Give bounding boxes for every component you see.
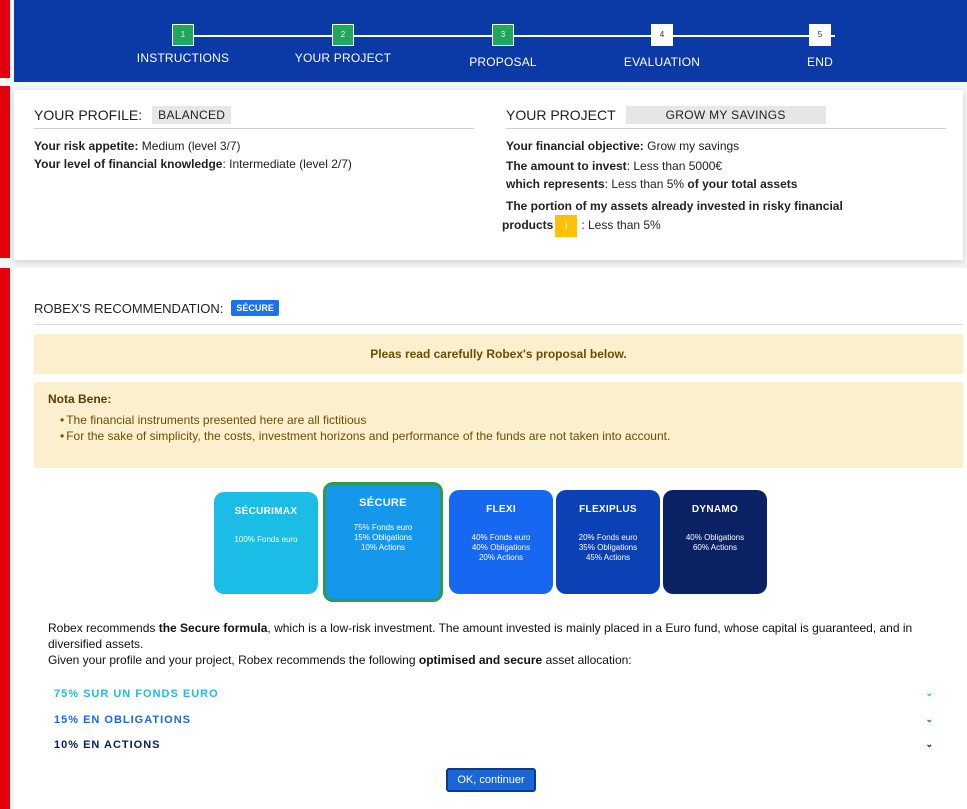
project-heading: YOUR PROJECT xyxy=(506,107,616,123)
recommendation-header: ROBEX'S RECOMMENDATION: SÉCURE xyxy=(34,300,963,325)
recommendation-card: ROBEX'S RECOMMENDATION: SÉCURE Pleas rea… xyxy=(14,268,967,809)
allocation-label: 15% EN OBLIGATIONS xyxy=(54,714,191,726)
fund-name: SÉCURIMAX xyxy=(234,506,298,517)
recommendation-paragraph-2: Given your profile and your project, Rob… xyxy=(48,653,632,667)
knowledge-label: Your level of financial knowledge xyxy=(34,157,223,171)
recommendation-badge: SÉCURE xyxy=(231,300,279,316)
fund-card-secure[interactable]: SÉCURE 75% Fonds euro 15% Obligations 10% … xyxy=(323,482,443,602)
step-number: 3 xyxy=(492,24,514,46)
fund-name: FLEXIPLUS xyxy=(579,504,637,515)
step-end: 5 END xyxy=(750,24,890,69)
fund-card-flexiplus[interactable]: FLEXIPLUS 20% Fonds euro 35% Obligations 4… xyxy=(556,490,660,594)
risk-appetite-line: Your risk appetite: Medium (level 3/7) xyxy=(34,137,474,155)
project-column: YOUR PROJECT GROW MY SAVINGS Your financ… xyxy=(502,106,946,237)
profile-header: YOUR PROFILE: BALANCED xyxy=(34,106,474,129)
info-icon[interactable]: i xyxy=(555,215,578,237)
objective-label: Your financial objective: xyxy=(506,139,644,153)
profile-heading: YOUR PROFILE: xyxy=(34,107,143,123)
nota-bene-box: Nota Bene: The financial instruments pre… xyxy=(34,382,963,468)
knowledge-value: : Intermediate (level 2/7) xyxy=(222,157,352,171)
fund-card-flexi[interactable]: FLEXI 40% Fonds euro 40% Obligations 20% A… xyxy=(449,490,553,594)
portion-label-continued: products xyxy=(502,218,554,233)
fund-card-dynamo[interactable]: DYNAMO 40% Obligations 60% Actions xyxy=(663,490,767,594)
nota-bene-item: For the sake of simplicity, the costs, i… xyxy=(60,428,949,444)
amount-line: The amount to invest: Less than 5000€ xyxy=(506,157,946,175)
recommendation-paragraph-1: Robex recommends the Secure formula, whi… xyxy=(48,621,913,651)
fund-name: FLEXI xyxy=(486,504,516,515)
allocation-row-euro-fund[interactable]: 75% SUR UN FONDS EURO ⌄ xyxy=(54,688,934,700)
step-number: 4 xyxy=(651,24,673,46)
portion-line-2: products i: Less than 5% xyxy=(502,215,946,237)
objective-line: Your financial objective: Grow my saving… xyxy=(506,137,946,155)
step-number: 2 xyxy=(332,24,354,46)
knowledge-line: Your level of financial knowledge: Inter… xyxy=(34,155,474,173)
risk-appetite-label: Your risk appetite: xyxy=(34,139,139,153)
portion-label: The portion of my assets already investe… xyxy=(506,199,843,213)
chevron-down-icon[interactable]: ⌄ xyxy=(925,714,934,726)
fund-card-securimax[interactable]: SÉCURIMAX 100% Fonds euro xyxy=(214,492,318,594)
ok-continue-button[interactable]: OK, continuer xyxy=(446,768,536,792)
portion-line: The portion of my assets already investe… xyxy=(506,197,946,215)
fund-composition: 40% Obligations 60% Actions xyxy=(685,533,745,552)
fund-composition: 100% Fonds euro xyxy=(234,535,298,544)
fund-name: DYNAMO xyxy=(691,504,739,515)
step-label: EVALUATION xyxy=(623,55,701,69)
left-accent-bar-bottom xyxy=(0,268,10,809)
represents-value: : Less than 5% xyxy=(604,177,688,191)
fund-options: SÉCURIMAX 100% Fonds euro SÉCURE 75% Fon… xyxy=(214,482,774,604)
project-header: YOUR PROJECT GROW MY SAVINGS xyxy=(506,106,946,129)
progress-stepper: 1 INSTRUCTIONS 2 YOUR PROJECT 3 PROPOSAL… xyxy=(14,0,967,82)
objective-value: Grow my savings xyxy=(643,139,740,153)
step-label: YOUR PROJECT xyxy=(294,51,392,65)
risk-appetite-value: Medium (level 3/7) xyxy=(138,139,241,153)
profile-summary-card: YOUR PROFILE: BALANCED Your risk appetit… xyxy=(14,90,963,260)
read-carefully-notice: Pleas read carefully Robex's proposal be… xyxy=(34,334,963,374)
step-label: PROPOSAL xyxy=(469,55,537,69)
allocation-label: 75% SUR UN FONDS EURO xyxy=(54,688,219,700)
recommendation-text: Robex recommends the Secure formula, whi… xyxy=(48,620,958,668)
nota-bene-title: Nota Bene: xyxy=(48,392,112,406)
step-proposal: 3 PROPOSAL xyxy=(433,24,573,69)
profile-column: YOUR PROFILE: BALANCED Your risk appetit… xyxy=(34,106,474,173)
allocation-label: 10% EN ACTIONS xyxy=(54,739,161,751)
left-accent-bar-top xyxy=(0,0,10,78)
chevron-down-icon[interactable]: ⌄ xyxy=(925,739,934,751)
step-label: INSTRUCTIONS xyxy=(136,51,230,65)
fund-name: SÉCURE xyxy=(359,497,407,509)
step-your-project: 2 YOUR PROJECT xyxy=(273,24,413,65)
portion-value: : Less than 5% xyxy=(581,218,661,233)
left-accent-bar-middle xyxy=(0,86,10,258)
step-number: 5 xyxy=(809,24,831,46)
recommendation-heading: ROBEX'S RECOMMENDATION: xyxy=(34,300,224,316)
fund-composition: 40% Fonds euro 40% Obligations 20% Actions xyxy=(471,533,531,562)
amount-label: The amount to invest xyxy=(506,159,627,173)
project-tag: GROW MY SAVINGS xyxy=(625,106,826,124)
step-instructions: 1 INSTRUCTIONS xyxy=(113,24,253,65)
step-label: END xyxy=(807,55,833,69)
fund-composition: 20% Fonds euro 35% Obligations 45% Actions xyxy=(578,533,638,562)
fund-composition: 75% Fonds euro 15% Obligations 10% Actions xyxy=(353,523,413,552)
nota-bene-item: The financial instruments presented here… xyxy=(60,412,949,428)
chevron-down-icon[interactable]: ⌄ xyxy=(925,688,934,700)
represents-line: which represents: Less than 5% of your t… xyxy=(506,175,946,193)
step-evaluation: 4 EVALUATION xyxy=(592,24,732,69)
profile-tag: BALANCED xyxy=(152,106,232,124)
step-number: 1 xyxy=(172,24,194,46)
allocation-row-shares[interactable]: 10% EN ACTIONS ⌄ xyxy=(54,739,934,751)
allocation-row-bonds[interactable]: 15% EN OBLIGATIONS ⌄ xyxy=(54,714,934,726)
represents-label: which represents xyxy=(506,177,605,191)
represents-suffix: of your total assets xyxy=(687,177,798,191)
nota-bene-list: The financial instruments presented here… xyxy=(48,412,949,444)
amount-value: : Less than 5000€ xyxy=(626,159,723,173)
